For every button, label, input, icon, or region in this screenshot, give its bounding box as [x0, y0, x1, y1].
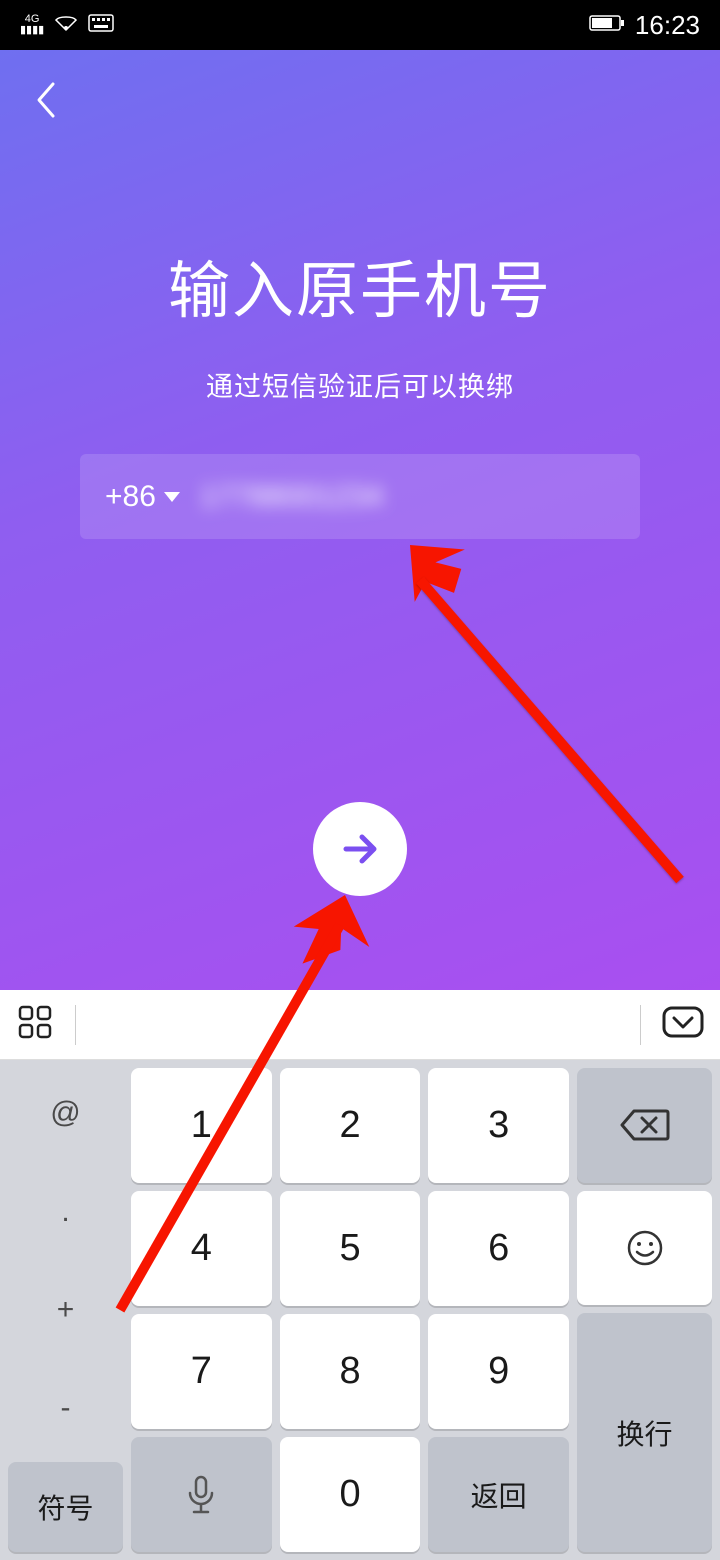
keyboard-switch-icon[interactable] [15, 1002, 55, 1047]
key-1[interactable]: 1 [131, 1068, 272, 1183]
key-return[interactable]: 返回 [428, 1437, 569, 1552]
key-newline[interactable]: 换行 [577, 1313, 712, 1552]
key-0[interactable]: 0 [280, 1437, 421, 1552]
keyboard-collapse-icon[interactable] [661, 1005, 705, 1044]
keyboard-indicator-icon [88, 12, 114, 38]
page-title: 输入原手机号 [0, 240, 720, 330]
key-6[interactable]: 6 [428, 1191, 569, 1306]
status-bar: 4G ▮▮▮▮ 16:23 [0, 0, 720, 50]
key-3[interactable]: 3 [428, 1068, 569, 1183]
key-9[interactable]: 9 [428, 1314, 569, 1429]
key-at[interactable]: @ [8, 1068, 123, 1158]
status-time: 16:23 [635, 10, 700, 41]
numeric-keyboard: @ . + - 符号 1 2 3 4 5 6 7 8 9 0 返回 [0, 1060, 720, 1560]
key-4[interactable]: 4 [131, 1191, 272, 1306]
network-indicator: 4G ▮▮▮▮ [20, 14, 44, 36]
key-emoji[interactable] [577, 1191, 712, 1306]
key-dot[interactable]: . [8, 1166, 123, 1256]
key-2[interactable]: 2 [280, 1068, 421, 1183]
key-7[interactable]: 7 [131, 1314, 272, 1429]
chevron-left-icon [33, 80, 57, 120]
key-8[interactable]: 8 [280, 1314, 421, 1429]
key-backspace[interactable] [577, 1068, 712, 1183]
main-content: 输入原手机号 通过短信验证后可以换绑 +86 [0, 50, 720, 990]
page-subtitle: 通过短信验证后可以换绑 [0, 365, 720, 404]
microphone-icon [185, 1473, 217, 1517]
keyboard-toolbar [0, 990, 720, 1060]
next-button[interactable] [313, 802, 407, 896]
phone-input[interactable] [200, 480, 615, 514]
chevron-down-icon [164, 492, 180, 502]
key-plus[interactable]: + [8, 1265, 123, 1355]
backspace-icon [620, 1107, 670, 1143]
wifi-icon [54, 12, 78, 38]
country-code-selector[interactable]: +86 [105, 480, 180, 514]
battery-icon [589, 12, 625, 38]
back-button[interactable] [25, 80, 65, 120]
key-symbols[interactable]: 符号 [8, 1462, 123, 1552]
key-mic[interactable] [131, 1437, 272, 1552]
country-code-label: +86 [105, 480, 156, 514]
key-minus[interactable]: - [8, 1363, 123, 1453]
smile-icon [626, 1229, 664, 1267]
phone-input-container: +86 [80, 454, 640, 539]
key-5[interactable]: 5 [280, 1191, 421, 1306]
arrow-right-icon [338, 827, 382, 871]
